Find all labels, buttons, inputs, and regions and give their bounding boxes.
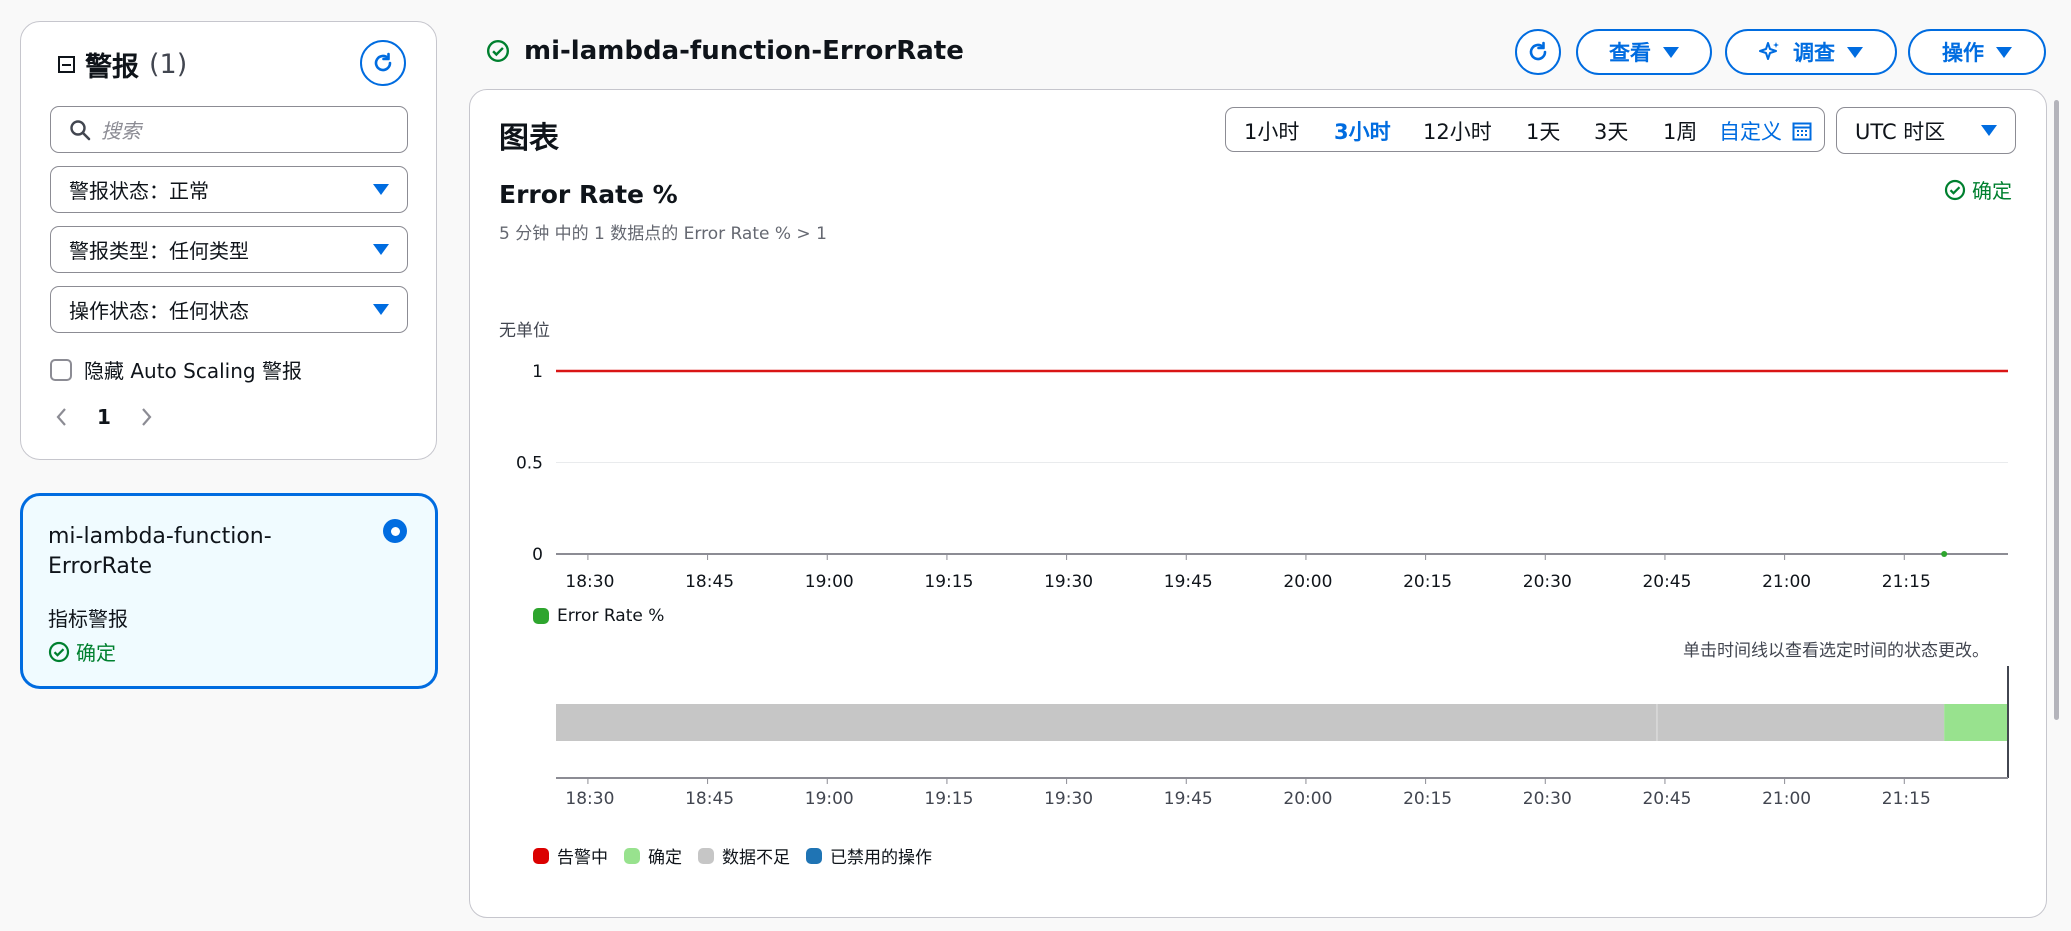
alarms-title: 警报 (85, 52, 139, 83)
status-ok-icon (1944, 179, 1966, 200)
legend-swatch (698, 847, 714, 864)
search-icon (70, 119, 91, 140)
page-number[interactable]: 1 (97, 405, 111, 429)
dropdown-caret-icon (373, 184, 389, 195)
scrollbar[interactable] (2054, 100, 2059, 720)
page-title: mi-lambda-function-ErrorRate (486, 36, 964, 66)
legend-insufficient: 数据不足 (698, 843, 790, 868)
actions-button-label: 操作 (1942, 41, 1984, 65)
collapse-icon[interactable] (58, 56, 75, 73)
metric-subtitle: 5 分钟 中的 1 数据点的 Error Rate % > 1 (499, 224, 827, 244)
dropdown-caret-icon (373, 244, 389, 255)
alarm-card-status: 确定 (48, 637, 116, 666)
alarm-card-status-text: 确定 (76, 641, 116, 665)
series-legend-item: Error Rate % (533, 606, 664, 626)
range-3h[interactable]: 3小时 (1334, 116, 1391, 146)
refresh-alarms-button[interactable] (360, 40, 406, 86)
refresh-icon (374, 52, 392, 72)
dropdown-caret-icon (1981, 125, 1997, 136)
refresh-button[interactable] (1515, 29, 1561, 75)
sparkle-icon (1759, 42, 1779, 60)
timeline-hint: 单击时间线以查看选定时间的状态更改。 (1683, 641, 1989, 661)
alarm-state-select[interactable]: 警报状态：正常 (50, 166, 408, 213)
range-1d[interactable]: 1天 (1526, 116, 1560, 146)
range-3d[interactable]: 3天 (1594, 116, 1628, 146)
metric-title: Error Rate % (499, 180, 678, 209)
alarm-card-name: mi-lambda-function-ErrorRate (48, 524, 272, 579)
page-title-text: mi-lambda-function-ErrorRate (524, 36, 964, 66)
legend-alarm: 告警中 (533, 843, 608, 868)
actions-button[interactable]: 操作 (1908, 29, 2046, 75)
view-button[interactable]: 查看 (1576, 29, 1712, 75)
alarms-count: (1) (149, 49, 188, 80)
custom-range-link[interactable]: 自定义 (1719, 116, 1812, 146)
calendar-icon (1792, 122, 1812, 141)
hide-autoscaling-label: 隐藏 Auto Scaling 警报 (84, 359, 302, 383)
alarm-type-label: 警报类型：任何类型 (69, 239, 249, 263)
chevron-left-icon[interactable] (55, 406, 69, 428)
action-state-label: 操作状态：任何状态 (69, 299, 249, 323)
series-swatch (533, 608, 549, 624)
legend-disabled-actions: 已禁用的操作 (806, 843, 932, 868)
action-state-select[interactable]: 操作状态：任何状态 (50, 286, 408, 333)
alarms-header: 警报 (1) (58, 45, 187, 84)
range-12h[interactable]: 12小时 (1423, 116, 1492, 146)
search-placeholder: 搜索 (101, 119, 141, 143)
status-ok-icon (48, 641, 70, 662)
alarm-type-select[interactable]: 警报类型：任何类型 (50, 226, 408, 273)
legend-swatch (533, 847, 549, 864)
dropdown-caret-icon (1847, 46, 1863, 58)
pagination: 1 (55, 405, 153, 429)
metric-status-text: 确定 (1972, 179, 2012, 203)
section-title: 图表 (499, 121, 559, 156)
legend-label: 数据不足 (722, 848, 790, 868)
hide-autoscaling-toggle[interactable]: 隐藏 Auto Scaling 警报 (50, 355, 302, 384)
chevron-right-icon[interactable] (139, 406, 153, 428)
alarm-card-radio[interactable] (383, 519, 407, 543)
dropdown-caret-icon (1996, 46, 2012, 58)
range-1w[interactable]: 1周 (1663, 116, 1697, 146)
alarm-state-label: 警报状态：正常 (69, 179, 209, 203)
search-input[interactable]: 搜索 (50, 106, 408, 153)
dropdown-caret-icon (373, 304, 389, 315)
legend-ok: 确定 (624, 843, 682, 868)
view-button-label: 查看 (1609, 41, 1651, 65)
range-1h[interactable]: 1小时 (1244, 116, 1299, 146)
timezone-select[interactable]: UTC 时区 (1836, 107, 2016, 154)
legend-label: 已禁用的操作 (830, 848, 932, 868)
dropdown-caret-icon (1663, 46, 1679, 58)
metric-status: 确定 (1944, 175, 2012, 204)
investigate-button-label: 调查 (1793, 41, 1835, 65)
legend-label: 确定 (648, 848, 682, 868)
timezone-label: UTC 时区 (1855, 119, 1946, 144)
timeline-legend: 告警中 确定 数据不足 已禁用的操作 (533, 843, 932, 868)
investigate-button[interactable]: 调查 (1725, 29, 1897, 75)
chart-panel (469, 89, 2047, 918)
legend-label: 告警中 (557, 848, 608, 868)
legend-swatch (806, 847, 822, 864)
status-ok-icon (486, 39, 510, 63)
series-legend-label: Error Rate % (557, 606, 665, 626)
alarm-card-type: 指标警报 (48, 607, 128, 631)
hide-autoscaling-checkbox[interactable] (50, 358, 72, 381)
custom-range-label: 自定义 (1719, 120, 1782, 144)
refresh-icon (1529, 41, 1547, 61)
legend-swatch (624, 847, 640, 864)
